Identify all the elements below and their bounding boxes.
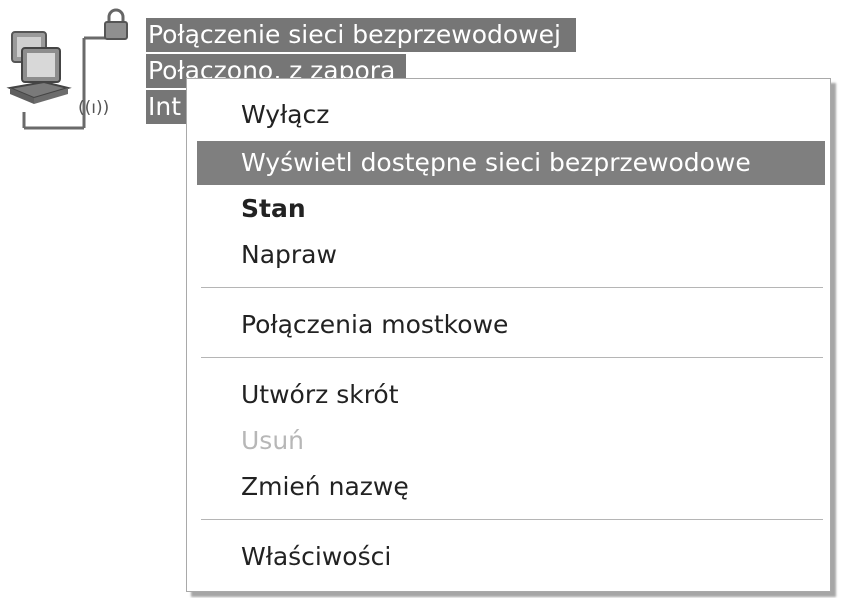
connection-name: Połączenie sieci bezprzewodowej bbox=[146, 18, 576, 52]
menu-separator bbox=[201, 287, 823, 289]
menu-item-create-shortcut[interactable]: Utwórz skrót bbox=[197, 373, 825, 417]
lock-icon bbox=[104, 8, 128, 40]
menu-item-disable[interactable]: Wyłącz bbox=[197, 93, 825, 137]
menu-item-view-wireless-networks[interactable]: Wyświetl dostępne sieci bezprzewodowe bbox=[197, 141, 825, 185]
menu-separator bbox=[201, 357, 823, 359]
menu-item-bridge-connections[interactable]: Połączenia mostkowe bbox=[197, 303, 825, 347]
menu-item-delete: Usuń bbox=[241, 426, 305, 455]
desktop-area: ((ı)) Połączenie sieci bezprzewodowej Po… bbox=[0, 0, 843, 598]
context-menu: Wyłącz Wyświetl dostępne sieci bezprzewo… bbox=[186, 78, 831, 592]
menu-separator bbox=[201, 519, 823, 521]
menu-item-properties[interactable]: Właściwości bbox=[197, 535, 825, 579]
wireless-connection-icon[interactable]: ((ı)) bbox=[4, 8, 144, 138]
menu-item-repair[interactable]: Napraw bbox=[197, 233, 825, 277]
menu-item-rename[interactable]: Zmień nazwę bbox=[197, 465, 825, 509]
wireless-signal-icon: ((ı)) bbox=[78, 98, 110, 118]
menu-item-status[interactable]: Stan bbox=[197, 187, 825, 231]
